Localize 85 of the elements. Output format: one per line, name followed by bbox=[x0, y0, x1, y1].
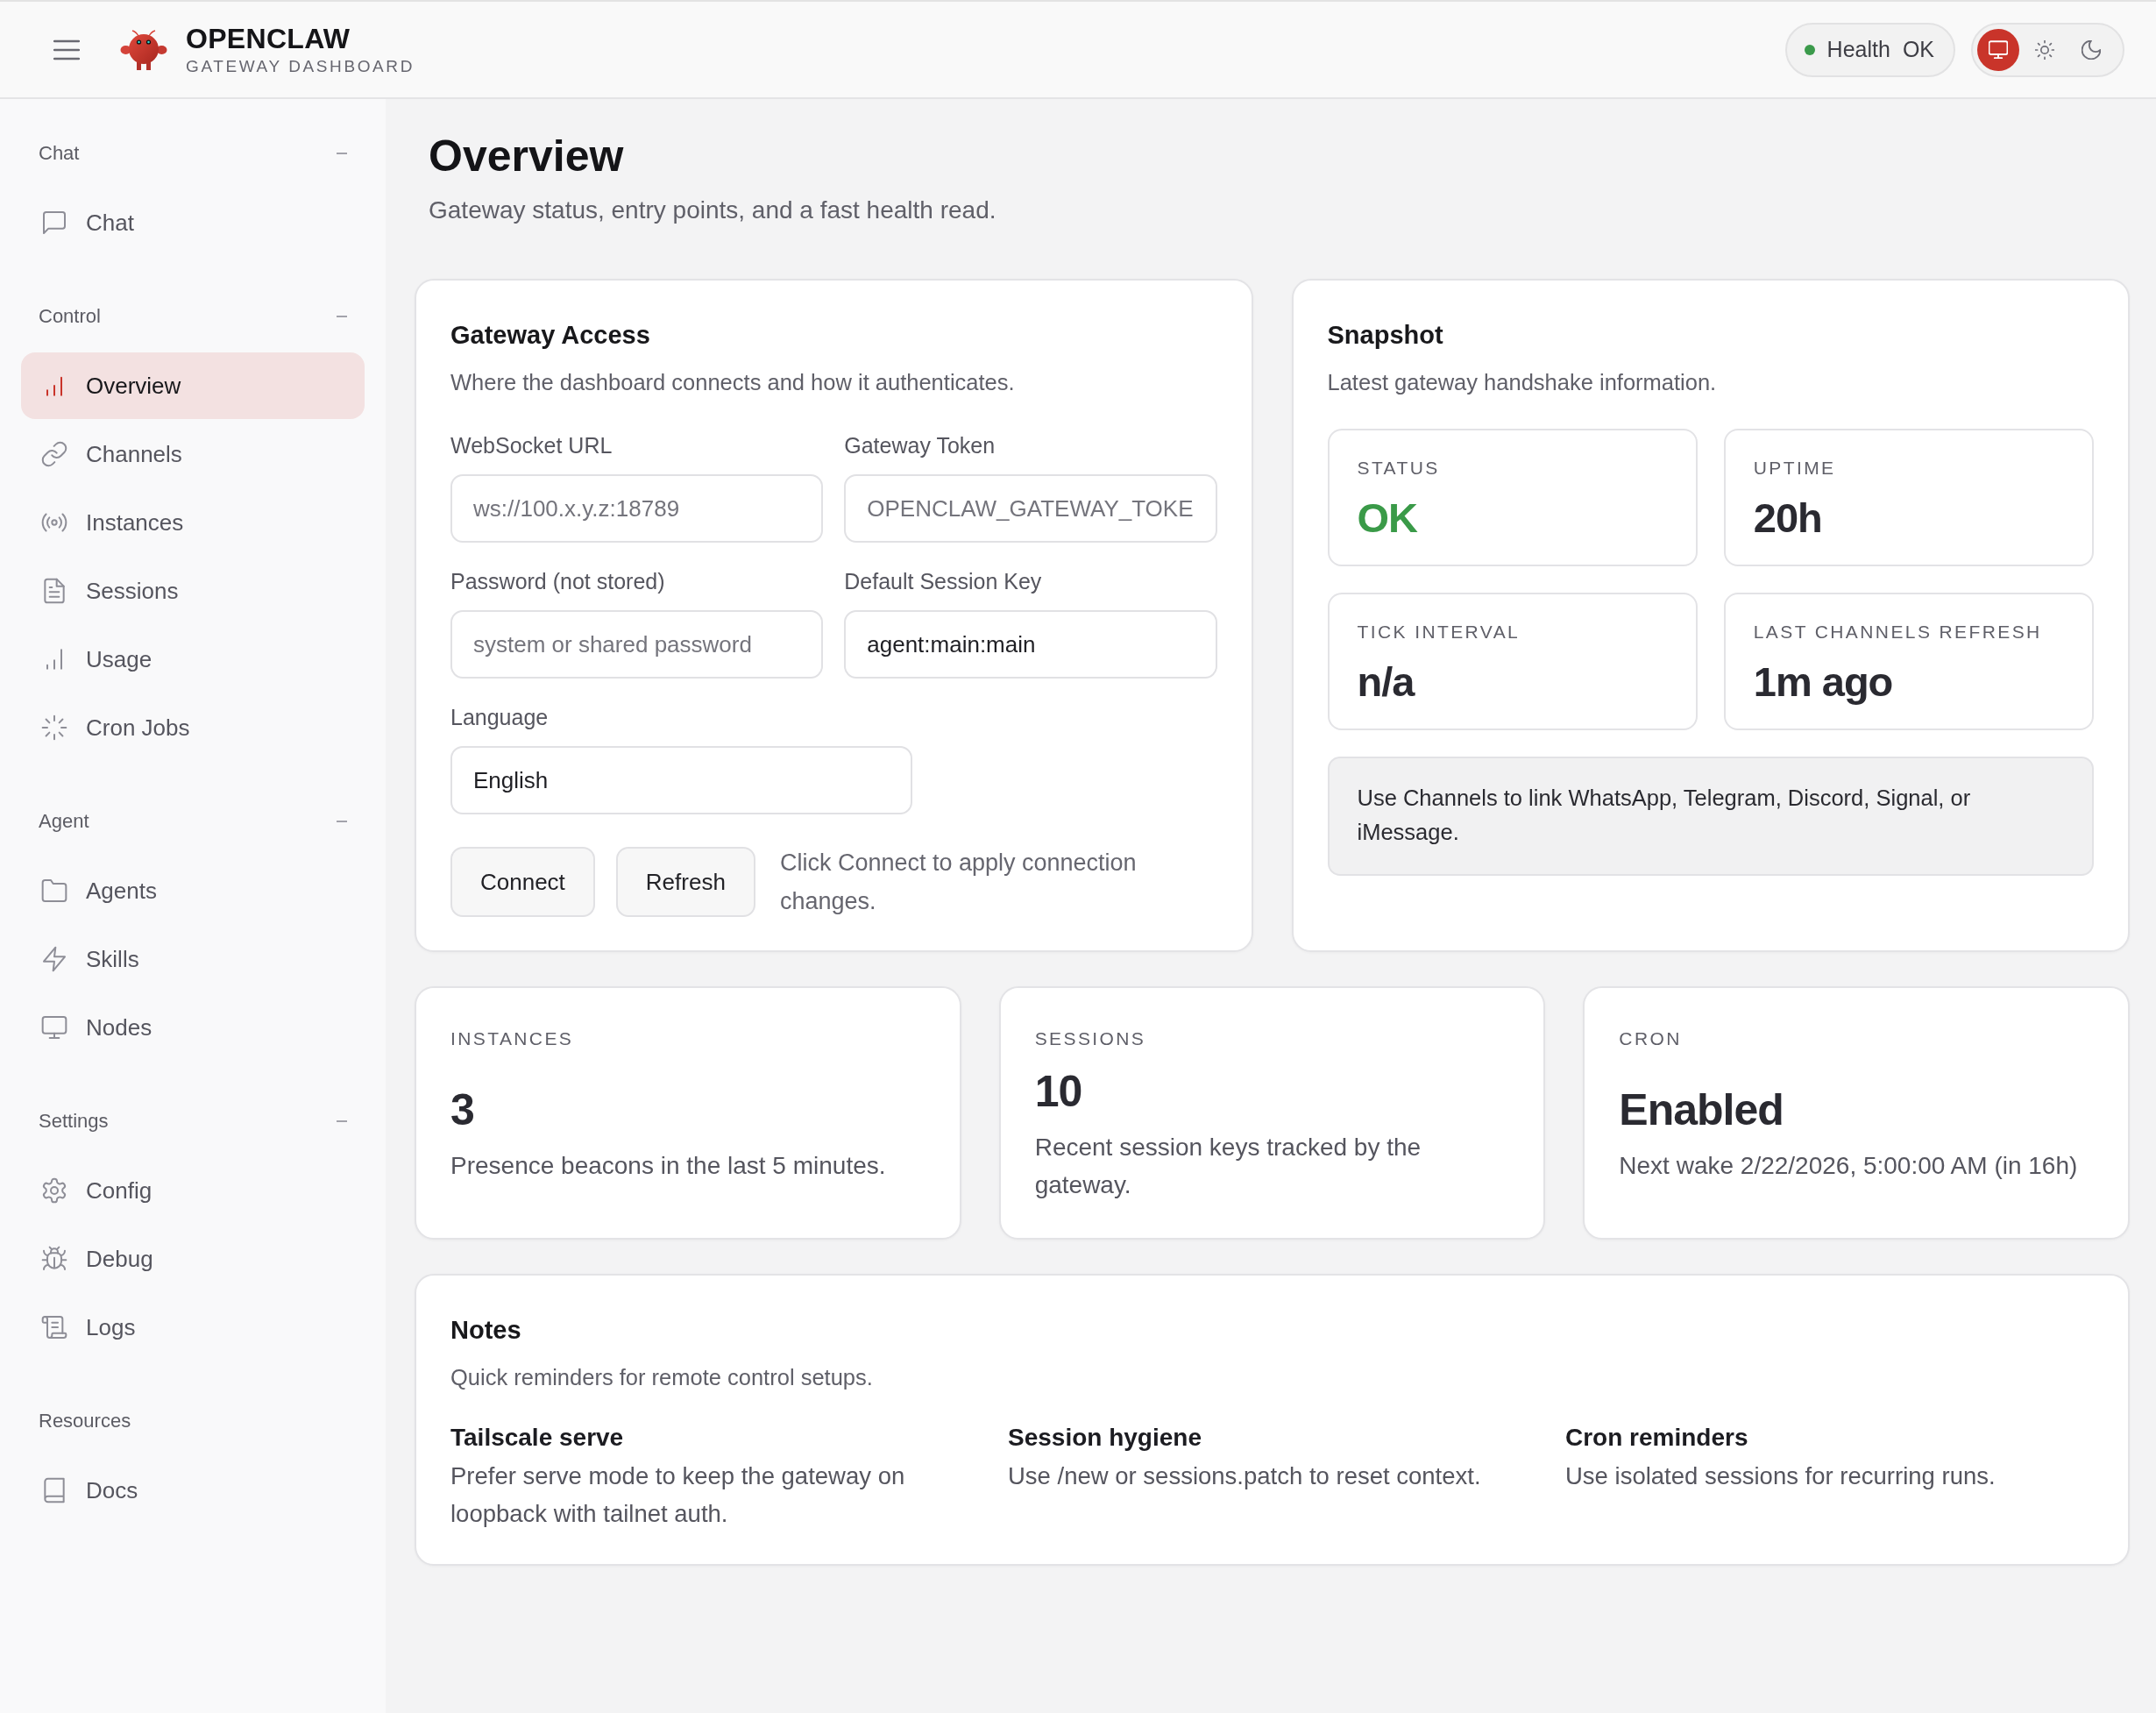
sidebar-item[interactable]: Nodes bbox=[21, 994, 365, 1061]
sidebar-item[interactable]: Channels bbox=[21, 421, 365, 487]
page-subtitle: Gateway status, entry points, and a fast health read. bbox=[429, 195, 997, 225]
stat-label: INSTANCES bbox=[450, 1028, 575, 1049]
card-title: Gateway Access bbox=[450, 320, 651, 351]
field-label: Gateway Token bbox=[844, 432, 996, 459]
note-text: Use /new or sessions.patch to reset context. bbox=[1008, 1461, 1482, 1491]
moon-icon bbox=[2082, 39, 2101, 60]
chat-bubble-icon bbox=[42, 210, 67, 235]
sun-icon bbox=[2035, 39, 2054, 60]
book-icon bbox=[42, 1478, 67, 1503]
stat-label: SESSIONS bbox=[1034, 1028, 1147, 1049]
theme-toggle-button[interactable] bbox=[1977, 28, 2019, 71]
card-title: Snapshot bbox=[1327, 320, 1444, 351]
stat-value: Enabled bbox=[1619, 1085, 1784, 1134]
sidebar-group-label: Chat bbox=[39, 142, 80, 165]
monitor-icon bbox=[42, 1015, 67, 1040]
lightning-icon bbox=[42, 947, 67, 971]
note-title: Tailscale serve bbox=[450, 1423, 625, 1453]
hint-text: Click Connect to apply connection changes. bbox=[779, 849, 1138, 916]
sidebar-item[interactable]: Sessions bbox=[21, 558, 365, 624]
sidebar-item[interactable]: Debug bbox=[21, 1226, 365, 1292]
note-title: Cron reminders bbox=[1565, 1423, 1749, 1453]
field-label: Language bbox=[450, 704, 550, 731]
card-description: Quick reminders for remote control setups. bbox=[450, 1364, 874, 1391]
document-icon bbox=[42, 579, 67, 603]
stat-label: STATUS bbox=[1357, 458, 1441, 479]
link-icon bbox=[42, 442, 67, 466]
stat-label: LAST CHANNELS REFRESH bbox=[1753, 622, 2043, 643]
field-label: WebSocket URL bbox=[450, 432, 613, 459]
note-text: Use isolated sessions for recurring runs. bbox=[1565, 1461, 1996, 1491]
connect-button[interactable]: Connect bbox=[450, 847, 595, 917]
sidebar-item[interactable]: Logs bbox=[21, 1294, 365, 1361]
settings-icon bbox=[42, 1178, 67, 1203]
stat-value: 10 bbox=[1034, 1066, 1083, 1116]
bug-icon bbox=[42, 1247, 67, 1271]
sidebar-group-label: Resources bbox=[39, 1410, 131, 1432]
sidebar-item[interactable]: Instances bbox=[21, 489, 365, 556]
sidebar-item[interactable]: Config bbox=[21, 1157, 365, 1224]
stat-description: Recent session keys tracked by the gateway. bbox=[1034, 1132, 1422, 1200]
mascot-icon bbox=[120, 27, 167, 72]
sidebar-group-label: Settings bbox=[39, 1110, 109, 1133]
text-field[interactable]: ws://100.x.y.z:18789 bbox=[450, 474, 824, 543]
brand-subtitle: GATEWAY DASHBOARD bbox=[186, 55, 415, 77]
spinner-icon bbox=[42, 715, 67, 740]
field-label: Default Session Key bbox=[844, 568, 1043, 595]
monitor-icon bbox=[1989, 39, 2008, 60]
info-callout: Use Channels to link WhatsApp, Telegram, Discord, Signal, or iMessage. bbox=[1327, 757, 2094, 876]
sidebar-item[interactable]: Chat bbox=[21, 189, 365, 256]
sidebar-item[interactable]: Overview bbox=[21, 352, 365, 419]
card-description: Latest gateway handshake information. bbox=[1327, 369, 1718, 396]
sidebar-item[interactable]: Docs bbox=[21, 1457, 365, 1524]
sidebar-group-label: Control bbox=[39, 305, 101, 328]
card-title: Notes bbox=[450, 1315, 522, 1346]
brand-name: OPENCLAW bbox=[186, 22, 351, 54]
stat-value: OK bbox=[1357, 495, 1418, 541]
note-text: Prefer serve mode to keep the gateway on loopback with tailnet auth. bbox=[450, 1461, 906, 1529]
sidebar-item[interactable]: Cron Jobs bbox=[21, 694, 365, 761]
text-field[interactable]: agent:main:main bbox=[844, 610, 1217, 679]
health-label: Health bbox=[1826, 37, 1890, 62]
card-description: Where the dashboard connects and how it authenticates. bbox=[450, 369, 1016, 396]
language-field[interactable]: English bbox=[450, 746, 912, 814]
stat-description: Presence beacons in the last 5 minutes. bbox=[450, 1151, 887, 1181]
menu-icon bbox=[53, 39, 80, 60]
refresh-button[interactable]: Refresh bbox=[615, 847, 755, 917]
sidebar-item[interactable]: Usage bbox=[21, 626, 365, 693]
note-title: Session hygiene bbox=[1008, 1423, 1202, 1453]
stat-label: UPTIME bbox=[1753, 458, 1837, 479]
health-value: OK bbox=[1902, 37, 1934, 62]
scroll-icon bbox=[42, 1315, 67, 1340]
page-title: Overview bbox=[429, 131, 625, 182]
stat-label: TICK INTERVAL bbox=[1357, 622, 1521, 643]
stat-value: 1m ago bbox=[1753, 659, 1894, 705]
stat-value: 3 bbox=[450, 1085, 475, 1134]
sidebar-item[interactable]: Agents bbox=[21, 857, 365, 924]
field-label: Password (not stored) bbox=[450, 568, 666, 595]
text-field[interactable]: OPENCLAW_GATEWAY_TOKE bbox=[844, 474, 1217, 543]
folder-icon bbox=[42, 878, 67, 903]
stat-value: n/a bbox=[1357, 659, 1416, 705]
sidebar-item[interactable]: Skills bbox=[21, 926, 365, 992]
stat-value: 20h bbox=[1753, 495, 1823, 541]
sidebar-group-label: Agent bbox=[39, 810, 89, 833]
text-field[interactable]: system or shared password bbox=[450, 610, 824, 679]
stat-label: CRON bbox=[1619, 1028, 1683, 1049]
stat-description: Next wake 2/22/2026, 5:00:00 AM (in 16h) bbox=[1619, 1151, 2079, 1181]
